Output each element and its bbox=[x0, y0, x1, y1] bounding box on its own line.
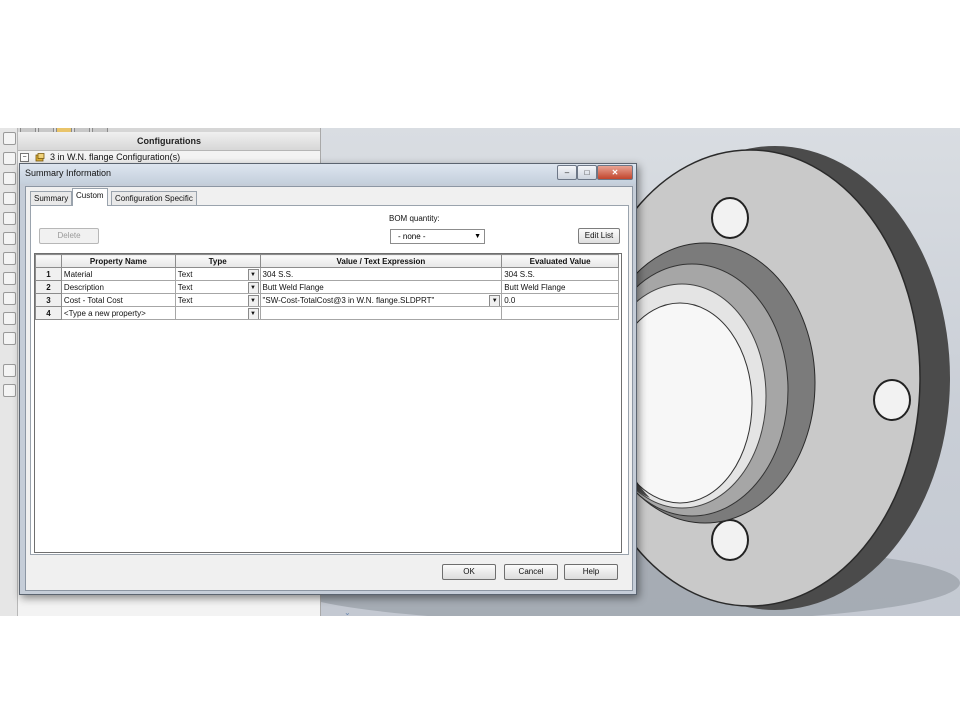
tab-configuration-specific[interactable]: Configuration Specific bbox=[111, 191, 197, 205]
evaluated-value-cell: 0.0 bbox=[501, 293, 619, 307]
tab-custom[interactable]: Custom bbox=[72, 188, 108, 206]
toolbar-icon-2[interactable] bbox=[3, 152, 16, 165]
toolbar-icon-7[interactable] bbox=[3, 252, 16, 265]
dropdown-arrow-icon[interactable]: ▼ bbox=[247, 295, 259, 306]
table-row: 3 Cost - Total Cost Text ▼ "SW-Cost-Total… bbox=[35, 293, 619, 307]
bolt-hole-bottom bbox=[711, 519, 749, 561]
toolbar-icon-5[interactable] bbox=[3, 212, 16, 225]
bom-quantity-select[interactable]: - none - ▼ bbox=[390, 229, 485, 244]
toolbar-icon-11[interactable] bbox=[3, 332, 16, 345]
chevron-down-icon[interactable]: ⌄ bbox=[344, 608, 351, 617]
dialog-title: Summary Information bbox=[25, 168, 112, 178]
column-header-type[interactable]: Type bbox=[174, 254, 261, 268]
toolbar-icon-8[interactable] bbox=[3, 272, 16, 285]
row-number[interactable]: 2 bbox=[35, 280, 62, 294]
type-cell[interactable]: Text ▼ bbox=[174, 293, 261, 307]
type-value: Text bbox=[177, 282, 193, 292]
edit-list-button[interactable]: Edit List bbox=[578, 228, 620, 244]
tab-summary[interactable]: Summary bbox=[30, 191, 73, 205]
ok-button[interactable]: OK bbox=[442, 564, 496, 580]
configuration-label: 3 in W.N. flange Configuration(s) bbox=[50, 152, 181, 162]
evaluated-value-cell bbox=[501, 306, 619, 320]
bom-quantity-value: - none - bbox=[398, 232, 426, 241]
table-header-row: Property Name Type Value / Text Expressi… bbox=[35, 254, 619, 268]
property-name-cell[interactable]: Description bbox=[60, 280, 176, 294]
collapse-icon[interactable]: − bbox=[20, 153, 29, 163]
toolbar-icon-3[interactable] bbox=[3, 172, 16, 185]
toolbar-icon-4[interactable] bbox=[3, 192, 16, 205]
toolbar-icon-10[interactable] bbox=[3, 312, 16, 325]
column-header-number bbox=[35, 254, 62, 268]
type-value: Text bbox=[177, 269, 193, 279]
dialog-title-bar[interactable]: Summary Information – □ ✕ bbox=[20, 164, 636, 184]
custom-tab-panel: Delete BOM quantity: - none - ▼ Edit Lis… bbox=[30, 205, 629, 555]
property-name-cell[interactable]: Material bbox=[60, 267, 176, 281]
value-expression: "SW-Cost-TotalCost@3 in W.N. flange.SLDP… bbox=[262, 295, 435, 305]
toolbar-icon-1[interactable] bbox=[3, 132, 16, 145]
left-toolbar bbox=[0, 128, 18, 616]
evaluated-value-cell: 304 S.S. bbox=[501, 267, 619, 281]
type-cell[interactable]: Text ▼ bbox=[174, 267, 261, 281]
row-number[interactable]: 3 bbox=[35, 293, 62, 307]
chevron-down-icon: ▼ bbox=[474, 233, 481, 240]
property-name-cell[interactable]: Cost - Total Cost bbox=[60, 293, 176, 307]
row-number[interactable]: 1 bbox=[35, 267, 62, 281]
bom-quantity-label: BOM quantity: bbox=[389, 214, 440, 223]
dialog-body: Summary Custom Configuration Specific De… bbox=[25, 186, 633, 591]
table-row: 2 Description Text ▼ Butt Weld Flange But… bbox=[35, 280, 619, 294]
minimize-button[interactable]: – bbox=[557, 165, 577, 180]
type-value: Text bbox=[177, 295, 193, 305]
column-header-value[interactable]: Value / Text Expression bbox=[259, 254, 503, 268]
property-name-cell[interactable]: <Type a new property> bbox=[60, 306, 176, 320]
value-cell[interactable]: "SW-Cost-TotalCost@3 in W.N. flange.SLDP… bbox=[259, 293, 503, 307]
custom-properties-grid: Property Name Type Value / Text Expressi… bbox=[34, 253, 622, 553]
table-row: 4 <Type a new property> ▼ bbox=[35, 306, 619, 320]
close-button[interactable]: ✕ bbox=[597, 165, 633, 180]
column-header-evaluated-value[interactable]: Evaluated Value bbox=[501, 254, 619, 268]
properties-table: Property Name Type Value / Text Expressi… bbox=[35, 254, 619, 320]
cancel-button[interactable]: Cancel bbox=[504, 564, 558, 580]
row-number[interactable]: 4 bbox=[35, 306, 62, 320]
delete-button[interactable]: Delete bbox=[39, 228, 99, 244]
value-cell[interactable]: Butt Weld Flange bbox=[259, 280, 503, 294]
table-row: 1 Material Text ▼ 304 S.S. 304 S.S. bbox=[35, 267, 619, 281]
value-cell[interactable] bbox=[259, 306, 503, 320]
dropdown-arrow-icon[interactable]: ▼ bbox=[489, 295, 501, 306]
summary-information-dialog: Summary Information – □ ✕ Summary Custom… bbox=[19, 163, 637, 595]
toolbar-icon-13[interactable] bbox=[3, 384, 16, 397]
bolt-hole-right bbox=[873, 379, 911, 421]
maximize-button[interactable]: □ bbox=[577, 165, 597, 180]
value-cell[interactable]: 304 S.S. bbox=[259, 267, 503, 281]
evaluated-value-cell: Butt Weld Flange bbox=[501, 280, 619, 294]
configurations-header: Configurations bbox=[18, 132, 320, 151]
help-button[interactable]: Help bbox=[564, 564, 618, 580]
toolbar-icon-12[interactable] bbox=[3, 364, 16, 377]
type-cell[interactable]: Text ▼ bbox=[174, 280, 261, 294]
configuration-tree-item[interactable]: − 3 in W.N. flange Configuration(s) bbox=[20, 151, 180, 163]
toolbar-icon-6[interactable] bbox=[3, 232, 16, 245]
configuration-icon bbox=[35, 152, 44, 162]
column-header-property-name[interactable]: Property Name bbox=[60, 254, 176, 268]
type-cell[interactable]: ▼ bbox=[174, 306, 261, 320]
dropdown-arrow-icon[interactable]: ▼ bbox=[247, 282, 259, 293]
bolt-hole-top bbox=[711, 197, 749, 239]
dropdown-arrow-icon[interactable]: ▼ bbox=[247, 308, 259, 319]
dropdown-arrow-icon[interactable]: ▼ bbox=[247, 269, 259, 280]
toolbar-icon-9[interactable] bbox=[3, 292, 16, 305]
